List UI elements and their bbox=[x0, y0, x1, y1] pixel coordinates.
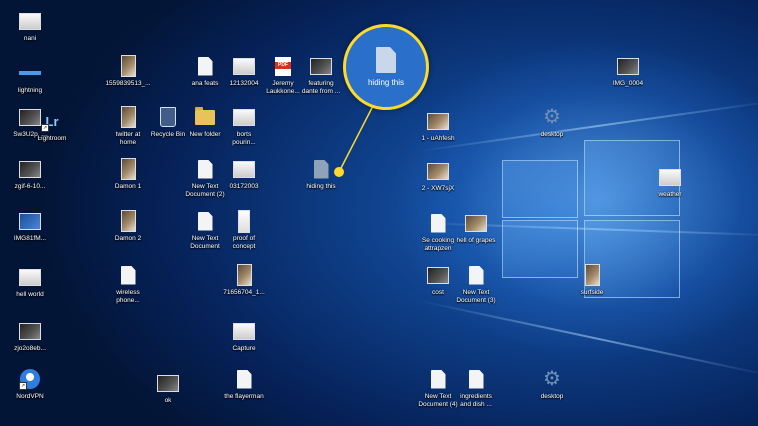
callout-label: hiding this bbox=[367, 78, 405, 87]
callout-magnifier: hiding this bbox=[343, 24, 429, 110]
callout-target-dot bbox=[334, 167, 344, 177]
desktop-background[interactable]: nani lightning Sw3U2p_... Lr ↗ Lightroom zgif-… bbox=[0, 0, 758, 426]
document-icon bbox=[376, 47, 396, 73]
